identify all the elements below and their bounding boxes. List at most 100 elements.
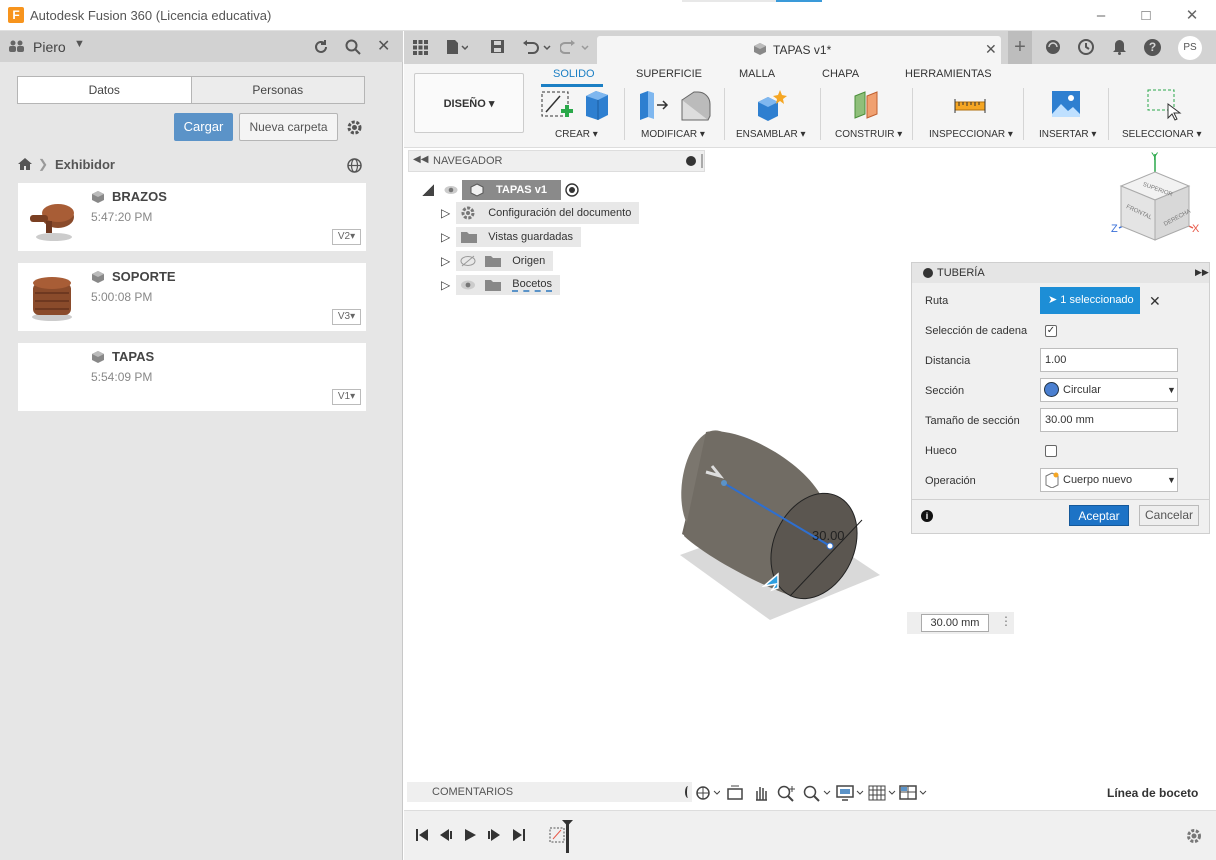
refresh-icon[interactable]: [313, 39, 329, 55]
redo-icon[interactable]: [560, 39, 590, 55]
close-icon[interactable]: ✕: [1182, 6, 1202, 26]
document-tab[interactable]: TAPAS v1* ✕: [597, 36, 1001, 64]
expand-dialog-icon[interactable]: ▶▶: [1195, 267, 1209, 278]
step-back-icon[interactable]: [439, 828, 453, 842]
group-modificar[interactable]: MODIFICAR ▾: [641, 129, 705, 140]
minimize-icon[interactable]: –: [1091, 6, 1111, 26]
skip-end-icon[interactable]: [512, 828, 526, 842]
navigator-grip[interactable]: [701, 154, 703, 168]
close-tab-icon[interactable]: ✕: [985, 41, 997, 58]
new-tab-icon[interactable]: +: [1008, 31, 1032, 64]
tab-superficie[interactable]: SUPERFICIE: [636, 68, 702, 80]
tree-item[interactable]: ▷ Vistas guardadas: [441, 227, 582, 247]
offset-plane-icon[interactable]: [851, 88, 885, 122]
press-pull-icon[interactable]: [637, 88, 669, 122]
file-icon[interactable]: [446, 39, 468, 55]
orbit-icon[interactable]: [694, 784, 720, 802]
cancel-button[interactable]: Cancelar: [1139, 505, 1199, 526]
play-icon[interactable]: [463, 828, 477, 842]
viewports-icon[interactable]: [899, 784, 929, 802]
group-crear[interactable]: CREAR ▾: [555, 129, 598, 140]
section-select[interactable]: Circular ▼: [1040, 378, 1178, 402]
fit-zoom-icon[interactable]: [802, 784, 832, 802]
chain-selection-checkbox[interactable]: ✓: [1045, 325, 1057, 337]
hidden-eye-icon[interactable]: [460, 255, 476, 267]
dimension-label[interactable]: 30.00: [812, 528, 845, 543]
extrude-icon[interactable]: [582, 88, 612, 122]
cylinder-model[interactable]: 30.00: [670, 420, 880, 620]
tree-root[interactable]: TAPAS v1: [422, 180, 579, 200]
group-seleccionar[interactable]: SELECCIONAR ▾: [1122, 129, 1202, 140]
chevron-down-icon[interactable]: ▼: [74, 38, 85, 50]
file-card-soporte[interactable]: SOPORTE 5:00:08 PM V3▾: [18, 263, 366, 331]
section-size-input[interactable]: 30.00 mm: [1040, 408, 1178, 432]
hollow-checkbox[interactable]: [1045, 445, 1057, 457]
grid-settings-icon[interactable]: [868, 784, 898, 802]
comments-toggle-icon[interactable]: [685, 786, 691, 798]
distance-input[interactable]: 1.00: [1040, 348, 1178, 372]
expand-icon[interactable]: ▷: [441, 254, 450, 268]
tab-chapa[interactable]: CHAPA: [822, 68, 859, 80]
dimension-input[interactable]: 30.00 mm: [921, 614, 989, 632]
save-icon[interactable]: [490, 39, 505, 54]
group-inspeccionar[interactable]: INSPECCIONAR ▾: [929, 129, 1013, 140]
undo-icon[interactable]: [522, 39, 552, 55]
tab-personas[interactable]: Personas: [190, 77, 364, 103]
tab-malla[interactable]: MALLA: [739, 68, 775, 80]
visibility-eye-icon[interactable]: [444, 185, 458, 195]
breadcrumb[interactable]: Exhibidor: [55, 157, 115, 172]
tree-item[interactable]: ▷ Origen: [441, 251, 554, 271]
accept-button[interactable]: Aceptar: [1069, 505, 1129, 526]
step-forward-icon[interactable]: [487, 828, 501, 842]
minimize-navigator-icon[interactable]: [686, 156, 696, 166]
activate-radio-icon[interactable]: [565, 183, 579, 197]
look-at-icon[interactable]: [726, 784, 744, 802]
grid-menu-icon[interactable]: [413, 40, 428, 55]
operation-select[interactable]: Cuerpo nuevo ▼: [1040, 468, 1178, 492]
file-card-tapas[interactable]: TAPAS 5:54:09 PM V1▾: [18, 343, 366, 411]
user-name[interactable]: Piero: [33, 39, 66, 55]
tree-item[interactable]: ▷ Configuración del documento: [441, 202, 640, 224]
group-ensamblar[interactable]: ENSAMBLAR ▾: [736, 129, 806, 140]
info-icon[interactable]: i: [921, 510, 933, 522]
search-icon[interactable]: [345, 39, 361, 55]
display-settings-icon[interactable]: [836, 784, 866, 802]
root-component[interactable]: TAPAS v1: [462, 180, 561, 200]
path-selection-button[interactable]: ➤ 1 seleccionado: [1040, 287, 1140, 314]
insert-image-icon[interactable]: [1050, 88, 1082, 120]
measure-icon[interactable]: [953, 96, 987, 114]
group-construir[interactable]: CONSTRUIR ▾: [835, 129, 902, 140]
view-cube[interactable]: Y X Z SUPERIOR FRONTAL DERECHA: [1105, 150, 1205, 245]
close-panel-icon[interactable]: ✕: [377, 36, 390, 56]
create-sketch-icon[interactable]: [540, 88, 574, 122]
tab-datos[interactable]: Datos: [18, 77, 191, 103]
fillet-icon[interactable]: [679, 88, 713, 122]
timeline-sketch-marker[interactable]: [549, 819, 579, 853]
more-options-icon[interactable]: ⋮: [1000, 614, 1012, 628]
visibility-eye-icon[interactable]: [460, 279, 476, 291]
new-folder-button[interactable]: Nueva carpeta: [239, 113, 338, 141]
extensions-icon[interactable]: [1045, 39, 1061, 55]
expand-icon[interactable]: ▷: [441, 278, 450, 292]
notifications-icon[interactable]: [1112, 39, 1127, 55]
comments-bar[interactable]: COMENTARIOS: [407, 782, 692, 802]
job-status-icon[interactable]: [1078, 39, 1094, 55]
tab-solido[interactable]: SOLIDO: [553, 68, 595, 80]
clear-selection-icon[interactable]: ✕: [1149, 293, 1161, 310]
timeline-settings-icon[interactable]: [1185, 827, 1203, 845]
gear-icon[interactable]: [346, 119, 363, 136]
collapse-navigator-icon[interactable]: ◀◀: [413, 154, 428, 165]
pan-icon[interactable]: [752, 783, 770, 802]
select-icon[interactable]: [1146, 88, 1182, 122]
new-component-icon[interactable]: [754, 88, 790, 122]
avatar[interactable]: PS: [1178, 36, 1202, 60]
zoom-icon[interactable]: [776, 784, 796, 802]
file-card-brazos[interactable]: BRAZOS 5:47:20 PM V2▾: [18, 183, 366, 251]
minimize-dialog-icon[interactable]: [923, 268, 933, 278]
globe-icon[interactable]: [347, 158, 362, 173]
group-insertar[interactable]: INSERTAR ▾: [1039, 129, 1096, 140]
expand-icon[interactable]: ▷: [441, 206, 450, 220]
tab-herramientas[interactable]: HERRAMIENTAS: [905, 68, 992, 80]
version-badge[interactable]: V1▾: [332, 389, 361, 405]
workspace-switcher[interactable]: DISEÑO ▾: [414, 73, 524, 133]
